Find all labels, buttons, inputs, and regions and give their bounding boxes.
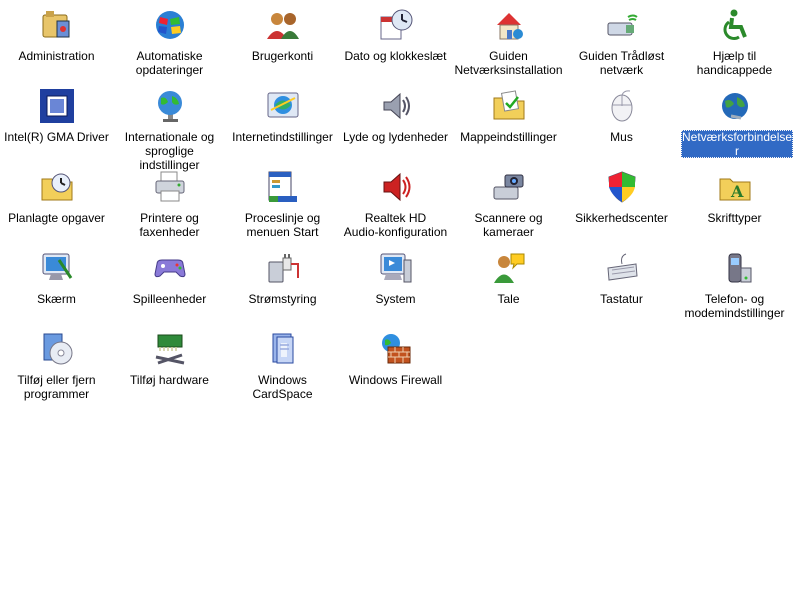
- regional-language-icon: [152, 88, 188, 124]
- control-panel-item-label: Dato og klokkeslæt: [344, 49, 447, 63]
- wireless-network-wizard-icon: [604, 7, 640, 43]
- control-panel-item[interactable]: Telefon- og modemindstillinger: [678, 246, 791, 327]
- network-connections-icon: [717, 88, 753, 124]
- automatic-updates-icon: [152, 7, 188, 43]
- control-panel-item[interactable]: Strømstyring: [226, 246, 339, 327]
- control-panel-item-label: Brugerkonti: [251, 49, 314, 63]
- realtek-audio-icon: [378, 169, 414, 205]
- control-panel-item[interactable]: Hjælp til handicappede: [678, 3, 791, 84]
- control-panel-item-label: Tastatur: [600, 292, 643, 306]
- fonts-folder-icon: A: [717, 169, 753, 205]
- control-panel-item[interactable]: Mus: [565, 84, 678, 165]
- control-panel-item[interactable]: Realtek HD Audio-konfiguration: [339, 165, 452, 246]
- control-panel-item[interactable]: Tale: [452, 246, 565, 327]
- control-panel-item[interactable]: Planlagte opgaver: [0, 165, 113, 246]
- system-icon: [378, 250, 414, 286]
- speech-icon: [491, 250, 527, 286]
- control-panel-item[interactable]: Tilføj eller fjern programmer: [0, 327, 113, 408]
- internet-options-icon: [265, 88, 301, 124]
- control-panel-item[interactable]: A Skrifttyper: [678, 165, 791, 246]
- control-panel-item[interactable]: Administration: [0, 3, 113, 84]
- control-panel-item-label: Skrifttyper: [707, 211, 762, 225]
- control-panel-item-label: Windows Firewall: [348, 373, 443, 387]
- user-accounts-icon: [265, 7, 301, 43]
- control-panel-item[interactable]: Mappeindstillinger: [452, 84, 565, 165]
- control-panel-item[interactable]: Windows Firewall: [339, 327, 452, 408]
- accessibility-icon: [717, 7, 753, 43]
- control-panel-item-label: Proceslinje og menuen Start: [244, 211, 321, 239]
- intel-gma-driver-icon: [39, 88, 75, 124]
- control-panel-item[interactable]: Internationale og sproglige indstillinge…: [113, 84, 226, 172]
- control-panel-item-label: Guiden Trådløst netværk: [578, 49, 665, 77]
- control-panel-item[interactable]: Spilleenheder: [113, 246, 226, 327]
- control-panel-item[interactable]: Tastatur: [565, 246, 678, 327]
- control-panel-item[interactable]: Internetindstillinger: [226, 84, 339, 165]
- add-remove-programs-icon: [39, 331, 75, 367]
- control-panel-item[interactable]: Guiden Trådløst netværk: [565, 3, 678, 84]
- svg-text:A: A: [730, 182, 744, 201]
- control-panel-item[interactable]: Scannere og kameraer: [452, 165, 565, 246]
- display-icon: [39, 250, 75, 286]
- control-panel-item[interactable]: System: [339, 246, 452, 327]
- game-controllers-icon: [152, 250, 188, 286]
- control-panel-item-label: Scannere og kameraer: [474, 211, 543, 239]
- control-panel-item-label: Mus: [610, 130, 633, 144]
- control-panel-item[interactable]: Skærm: [0, 246, 113, 327]
- selected-label-highlight: Netværksforbindelse r: [681, 130, 794, 158]
- control-panel-icon-view: Administration Automatiske opdateringer Br…: [0, 0, 800, 600]
- control-panel-item-label: Skærm: [37, 292, 76, 306]
- control-panel-item-label: Automatiske opdateringer: [135, 49, 204, 77]
- control-panel-item-label: Netværksforbindelse r: [680, 130, 794, 158]
- control-panel-item[interactable]: Netværksforbindelse r: [678, 84, 794, 165]
- network-setup-wizard-icon: [491, 7, 527, 43]
- control-panel-item[interactable]: Intel(R) GMA Driver: [0, 84, 113, 165]
- control-panel-item[interactable]: Sikkerhedscenter: [565, 165, 678, 246]
- keyboard-icon: [604, 250, 640, 286]
- control-panel-item-label: Mappeindstillinger: [460, 130, 557, 144]
- scheduled-tasks-icon: [39, 169, 75, 205]
- control-panel-item-label: Hjælp til handicappede: [696, 49, 773, 77]
- control-panel-item-label: Telefon- og modemindstillinger: [684, 292, 785, 320]
- printers-faxes-icon: [152, 169, 188, 205]
- control-panel-item-label: Spilleenheder: [132, 292, 207, 306]
- power-options-icon: [265, 250, 301, 286]
- control-panel-item[interactable]: Windows CardSpace: [226, 327, 339, 408]
- firewall-icon: [378, 331, 414, 367]
- security-center-icon: [604, 169, 640, 205]
- control-panel-item-label: Guiden Netværksinstallation: [454, 49, 563, 77]
- control-panel-item-label: Strømstyring: [248, 292, 317, 306]
- add-hardware-icon: [152, 331, 188, 367]
- control-panel-item-label: Realtek HD Audio-konfiguration: [343, 211, 448, 239]
- control-panel-item-label: Sikkerhedscenter: [575, 211, 668, 225]
- cardspace-icon: [265, 331, 301, 367]
- control-panel-item[interactable]: Dato og klokkeslæt: [339, 3, 452, 84]
- sounds-audio-icon: [378, 88, 414, 124]
- control-panel-item[interactable]: Automatiske opdateringer: [113, 3, 226, 84]
- scanners-cameras-icon: [491, 169, 527, 205]
- control-panel-item[interactable]: Printere og faxenheder: [113, 165, 226, 246]
- control-panel-item[interactable]: Tilføj hardware: [113, 327, 226, 408]
- control-panel-item-label: Planlagte opgaver: [8, 211, 105, 225]
- control-panel-item[interactable]: Lyde og lydenheder: [339, 84, 452, 165]
- administration-icon: [39, 7, 75, 43]
- date-time-icon: [378, 7, 414, 43]
- control-panel-item-label: System: [375, 292, 416, 306]
- control-panel-item-label: Intel(R) GMA Driver: [4, 130, 109, 144]
- control-panel-item-label: Tilføj hardware: [130, 373, 209, 387]
- control-panel-item-label: Lyde og lydenheder: [343, 130, 448, 144]
- control-panel-item-label: Printere og faxenheder: [139, 211, 200, 239]
- control-panel-item-label: Administration: [18, 49, 95, 63]
- control-panel-item[interactable]: Guiden Netværksinstallation: [452, 3, 565, 84]
- phone-modem-icon: [717, 250, 753, 286]
- control-panel-item-label: Internetindstillinger: [232, 130, 333, 144]
- control-panel-item-label: Tale: [497, 292, 520, 306]
- control-panel-item[interactable]: Proceslinje og menuen Start: [226, 165, 339, 246]
- control-panel-item[interactable]: Brugerkonti: [226, 3, 339, 84]
- control-panel-item-label: Tilføj eller fjern programmer: [17, 373, 96, 401]
- mouse-icon: [604, 88, 640, 124]
- taskbar-start-menu-icon: [265, 169, 301, 205]
- folder-options-icon: [491, 88, 527, 124]
- control-panel-item-label: Windows CardSpace: [252, 373, 313, 401]
